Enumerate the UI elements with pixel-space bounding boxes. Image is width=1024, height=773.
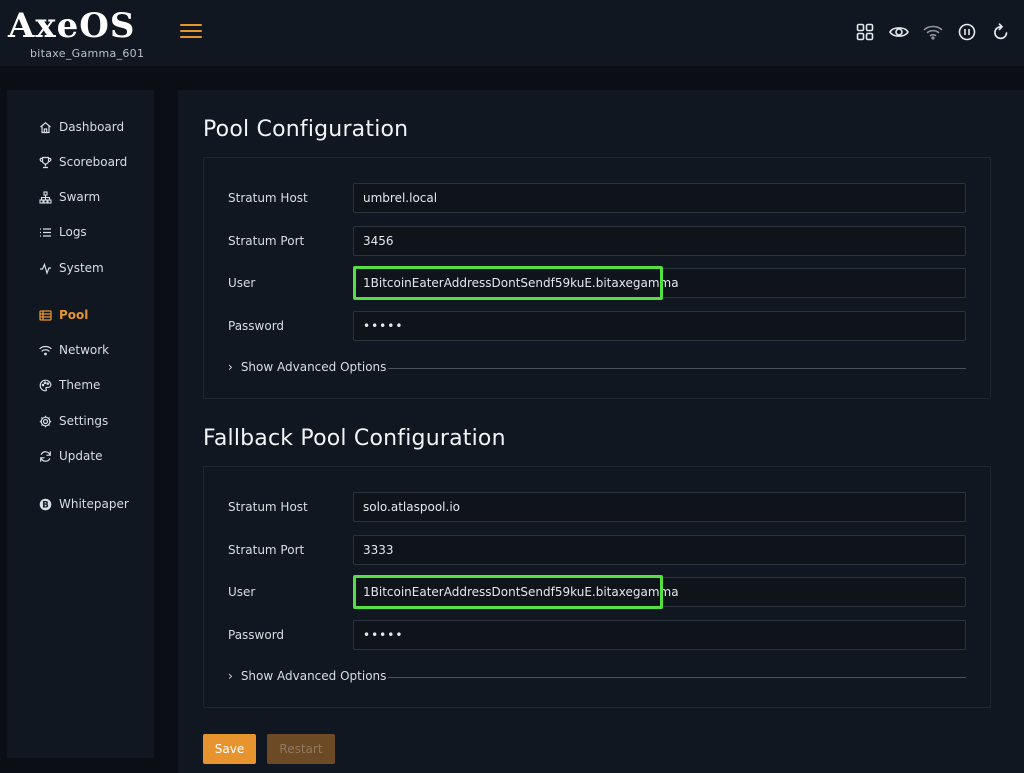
pool-config-card: Stratum Host Stratum Port User Password … — [203, 157, 991, 399]
fallback-config-title: Fallback Pool Configuration — [203, 426, 506, 451]
stratum-host-input[interactable] — [353, 183, 966, 213]
chevron-right-icon: › — [228, 669, 233, 683]
fallback-user-input[interactable] — [353, 577, 966, 607]
app-logo: AxeOS — [8, 6, 136, 46]
svg-text:B: B — [42, 500, 48, 510]
sidebar-item-label: Theme — [59, 378, 101, 392]
sidebar-item-label: Dashboard — [59, 120, 125, 134]
save-button[interactable]: Save — [203, 734, 256, 764]
sidebar-item-label: Settings — [59, 414, 109, 428]
user-label: User — [228, 276, 256, 290]
password-input[interactable]: ••••• — [353, 311, 966, 341]
show-advanced-toggle[interactable]: › Show Advanced Options — [228, 360, 386, 374]
top-toolbar — [848, 20, 1018, 44]
sidebar-item-whitepaper[interactable]: B Whitepaper — [38, 495, 129, 513]
wifi-icon[interactable] — [916, 20, 950, 44]
chevron-right-icon: › — [228, 360, 233, 374]
sidebar-item-label: Logs — [59, 225, 87, 239]
sitemap-icon — [38, 190, 52, 204]
sidebar-item-logs[interactable]: Logs — [38, 223, 87, 241]
stratum-port-input[interactable] — [353, 226, 966, 256]
sidebar-item-label: Update — [59, 449, 103, 463]
server-icon — [38, 308, 52, 322]
password-label: Password — [228, 319, 285, 333]
stratum-host-label: Stratum Host — [228, 500, 308, 514]
sync-icon — [38, 449, 52, 463]
fallback-stratum-port-input[interactable] — [353, 535, 966, 565]
sidebar-item-label: Scoreboard — [59, 155, 128, 169]
fallback-config-card: Stratum Host Stratum Port User Password … — [203, 466, 991, 708]
show-advanced-label: Show Advanced Options — [240, 360, 387, 374]
sidebar-item-label: Whitepaper — [59, 497, 129, 511]
show-advanced-label: Show Advanced Options — [240, 669, 387, 683]
sidebar-item-label: Swarm — [59, 190, 101, 204]
show-advanced-toggle[interactable]: › Show Advanced Options — [228, 669, 386, 683]
eye-icon[interactable] — [882, 20, 916, 44]
pause-icon[interactable] — [950, 20, 984, 44]
sidebar-item-settings[interactable]: Settings — [38, 412, 108, 430]
sidebar-item-label: Pool — [59, 308, 89, 322]
sidebar-item-system[interactable]: System — [38, 259, 104, 277]
fallback-password-input[interactable]: ••••• — [353, 620, 966, 650]
password-label: Password — [228, 628, 285, 642]
activity-icon — [38, 261, 52, 275]
top-bar: AxeOS bitaxe_Gamma_601 — [0, 0, 1024, 66]
grid-icon[interactable] — [848, 20, 882, 44]
sidebar: Dashboard Scoreboard Swarm Logs System P… — [7, 90, 154, 758]
divider — [388, 677, 966, 678]
restart-button[interactable]: Restart — [267, 734, 335, 764]
bitcoin-icon: B — [38, 497, 52, 511]
user-label: User — [228, 585, 256, 599]
sidebar-item-scoreboard[interactable]: Scoreboard — [38, 153, 127, 171]
palette-icon — [38, 378, 52, 392]
stratum-port-label: Stratum Port — [228, 543, 305, 557]
sidebar-item-theme[interactable]: Theme — [38, 376, 100, 394]
divider — [388, 368, 966, 369]
stratum-host-label: Stratum Host — [228, 191, 308, 205]
user-input[interactable] — [353, 268, 966, 298]
sidebar-item-pool[interactable]: Pool — [38, 306, 88, 324]
stratum-port-label: Stratum Port — [228, 234, 305, 248]
sidebar-item-label: System — [59, 261, 104, 275]
list-icon — [38, 225, 52, 239]
sidebar-item-network[interactable]: Network — [38, 341, 109, 359]
home-icon — [38, 120, 52, 134]
wifi-icon — [38, 343, 52, 357]
trophy-icon — [38, 155, 52, 169]
sidebar-item-update[interactable]: Update — [38, 447, 102, 465]
main-panel: Pool Configuration Stratum Host Stratum … — [178, 90, 1024, 773]
device-name: bitaxe_Gamma_601 — [30, 47, 145, 60]
menu-icon[interactable] — [180, 24, 202, 42]
pool-config-title: Pool Configuration — [203, 117, 409, 142]
sidebar-item-swarm[interactable]: Swarm — [38, 188, 100, 206]
fallback-stratum-host-input[interactable] — [353, 492, 966, 522]
sidebar-item-label: Network — [59, 343, 110, 357]
gear-icon — [38, 414, 52, 428]
refresh-icon[interactable] — [984, 20, 1018, 44]
sidebar-item-dashboard[interactable]: Dashboard — [38, 118, 124, 136]
